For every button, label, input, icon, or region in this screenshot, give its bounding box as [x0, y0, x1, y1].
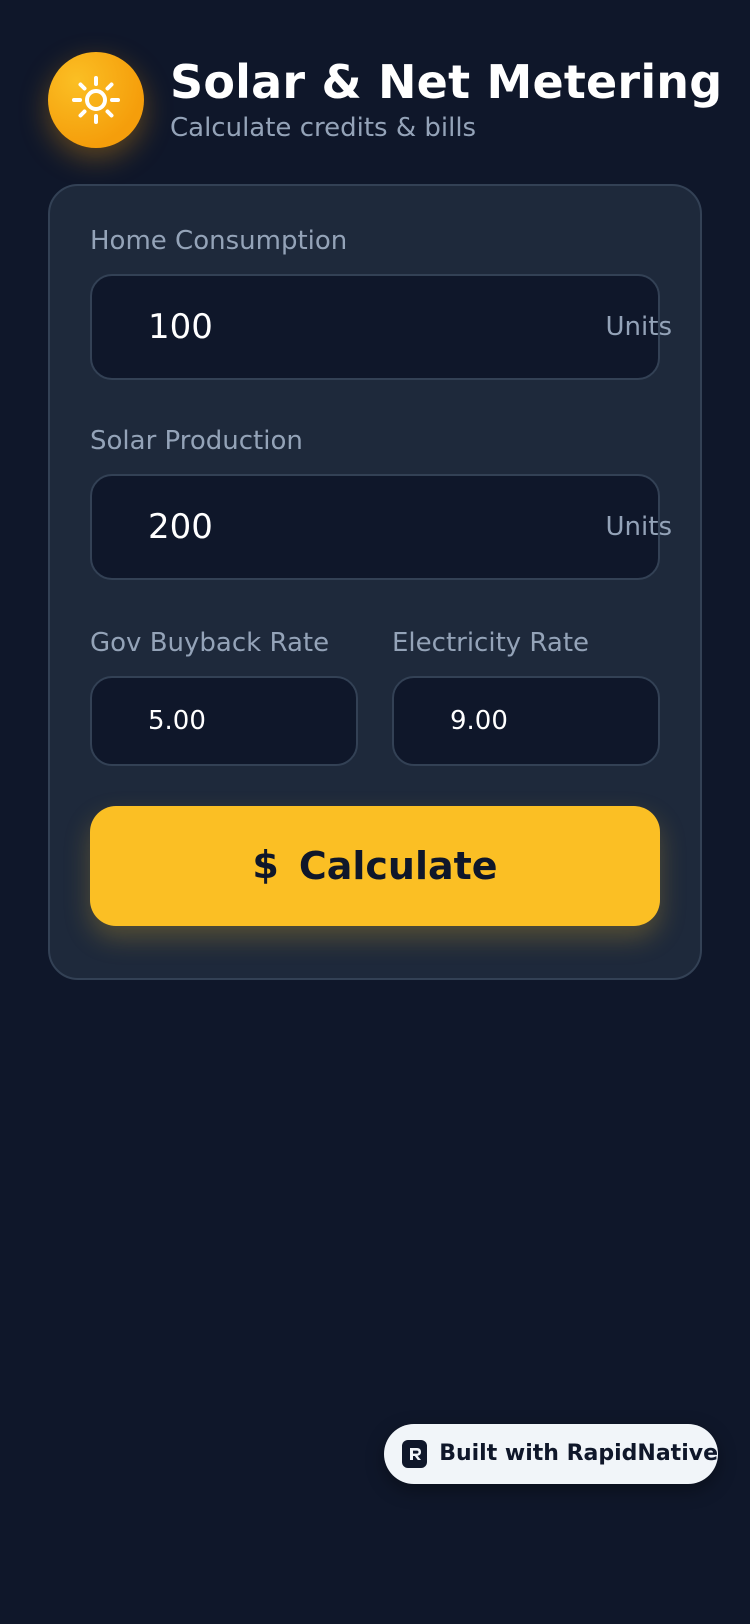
dollar-icon: $	[252, 843, 279, 887]
electricity-rate-input[interactable]: 9.00	[392, 676, 660, 766]
electricity-rate-label: Electricity Rate	[392, 628, 590, 658]
electricity-rate-field: Electricity Rate 9.00	[392, 630, 660, 766]
gov-buyback-rate-field: Gov Buyback Rate 5.00	[90, 630, 358, 766]
sun-icon-svg	[72, 76, 120, 124]
gov-buyback-rate-label: Gov Buyback Rate	[90, 628, 330, 658]
page-title: Solar & Net Metering	[170, 54, 723, 109]
built-with-rapidnative-text: Built with RapidNative	[439, 1441, 718, 1466]
solar-production-field: Solar Production 200 Units	[90, 426, 672, 580]
page-subtitle: Calculate credits & bills	[170, 112, 477, 143]
solar-production-label: Solar Production	[90, 426, 303, 456]
gov-buyback-rate-value: 5.00	[148, 706, 206, 736]
built-with-rapidnative-badge[interactable]: Built with RapidNative	[384, 1424, 718, 1484]
rapidnative-logo-icon	[402, 1440, 428, 1468]
calculate-button-label: Calculate	[298, 844, 498, 888]
gov-buyback-rate-input[interactable]: 5.00	[90, 676, 358, 766]
home-consumption-input[interactable]: 100 Units	[90, 274, 672, 380]
calculator-card: Home Consumption 100 Units Solar Product…	[48, 184, 702, 980]
home-consumption-unit: Units	[605, 312, 672, 342]
home-consumption-value: 100	[148, 307, 213, 347]
title-wrap: Solar & Net Metering Calculate credits &…	[170, 54, 723, 143]
rates-row: Gov Buyback Rate 5.00 Electricity Rate 9…	[90, 630, 660, 766]
solar-production-unit: Units	[605, 512, 672, 542]
electricity-rate-value: 9.00	[450, 706, 508, 736]
sun-icon	[48, 52, 144, 148]
home-consumption-label: Home Consumption	[90, 226, 348, 256]
rapidnative-logo-svg	[409, 1448, 421, 1460]
app-header: Solar & Net Metering Calculate credits &…	[48, 52, 722, 148]
home-consumption-field: Home Consumption 100 Units	[90, 226, 672, 380]
solar-production-value: 200	[148, 507, 213, 547]
solar-production-input[interactable]: 200 Units	[90, 474, 672, 580]
calculate-button[interactable]: $ Calculate	[90, 806, 660, 926]
